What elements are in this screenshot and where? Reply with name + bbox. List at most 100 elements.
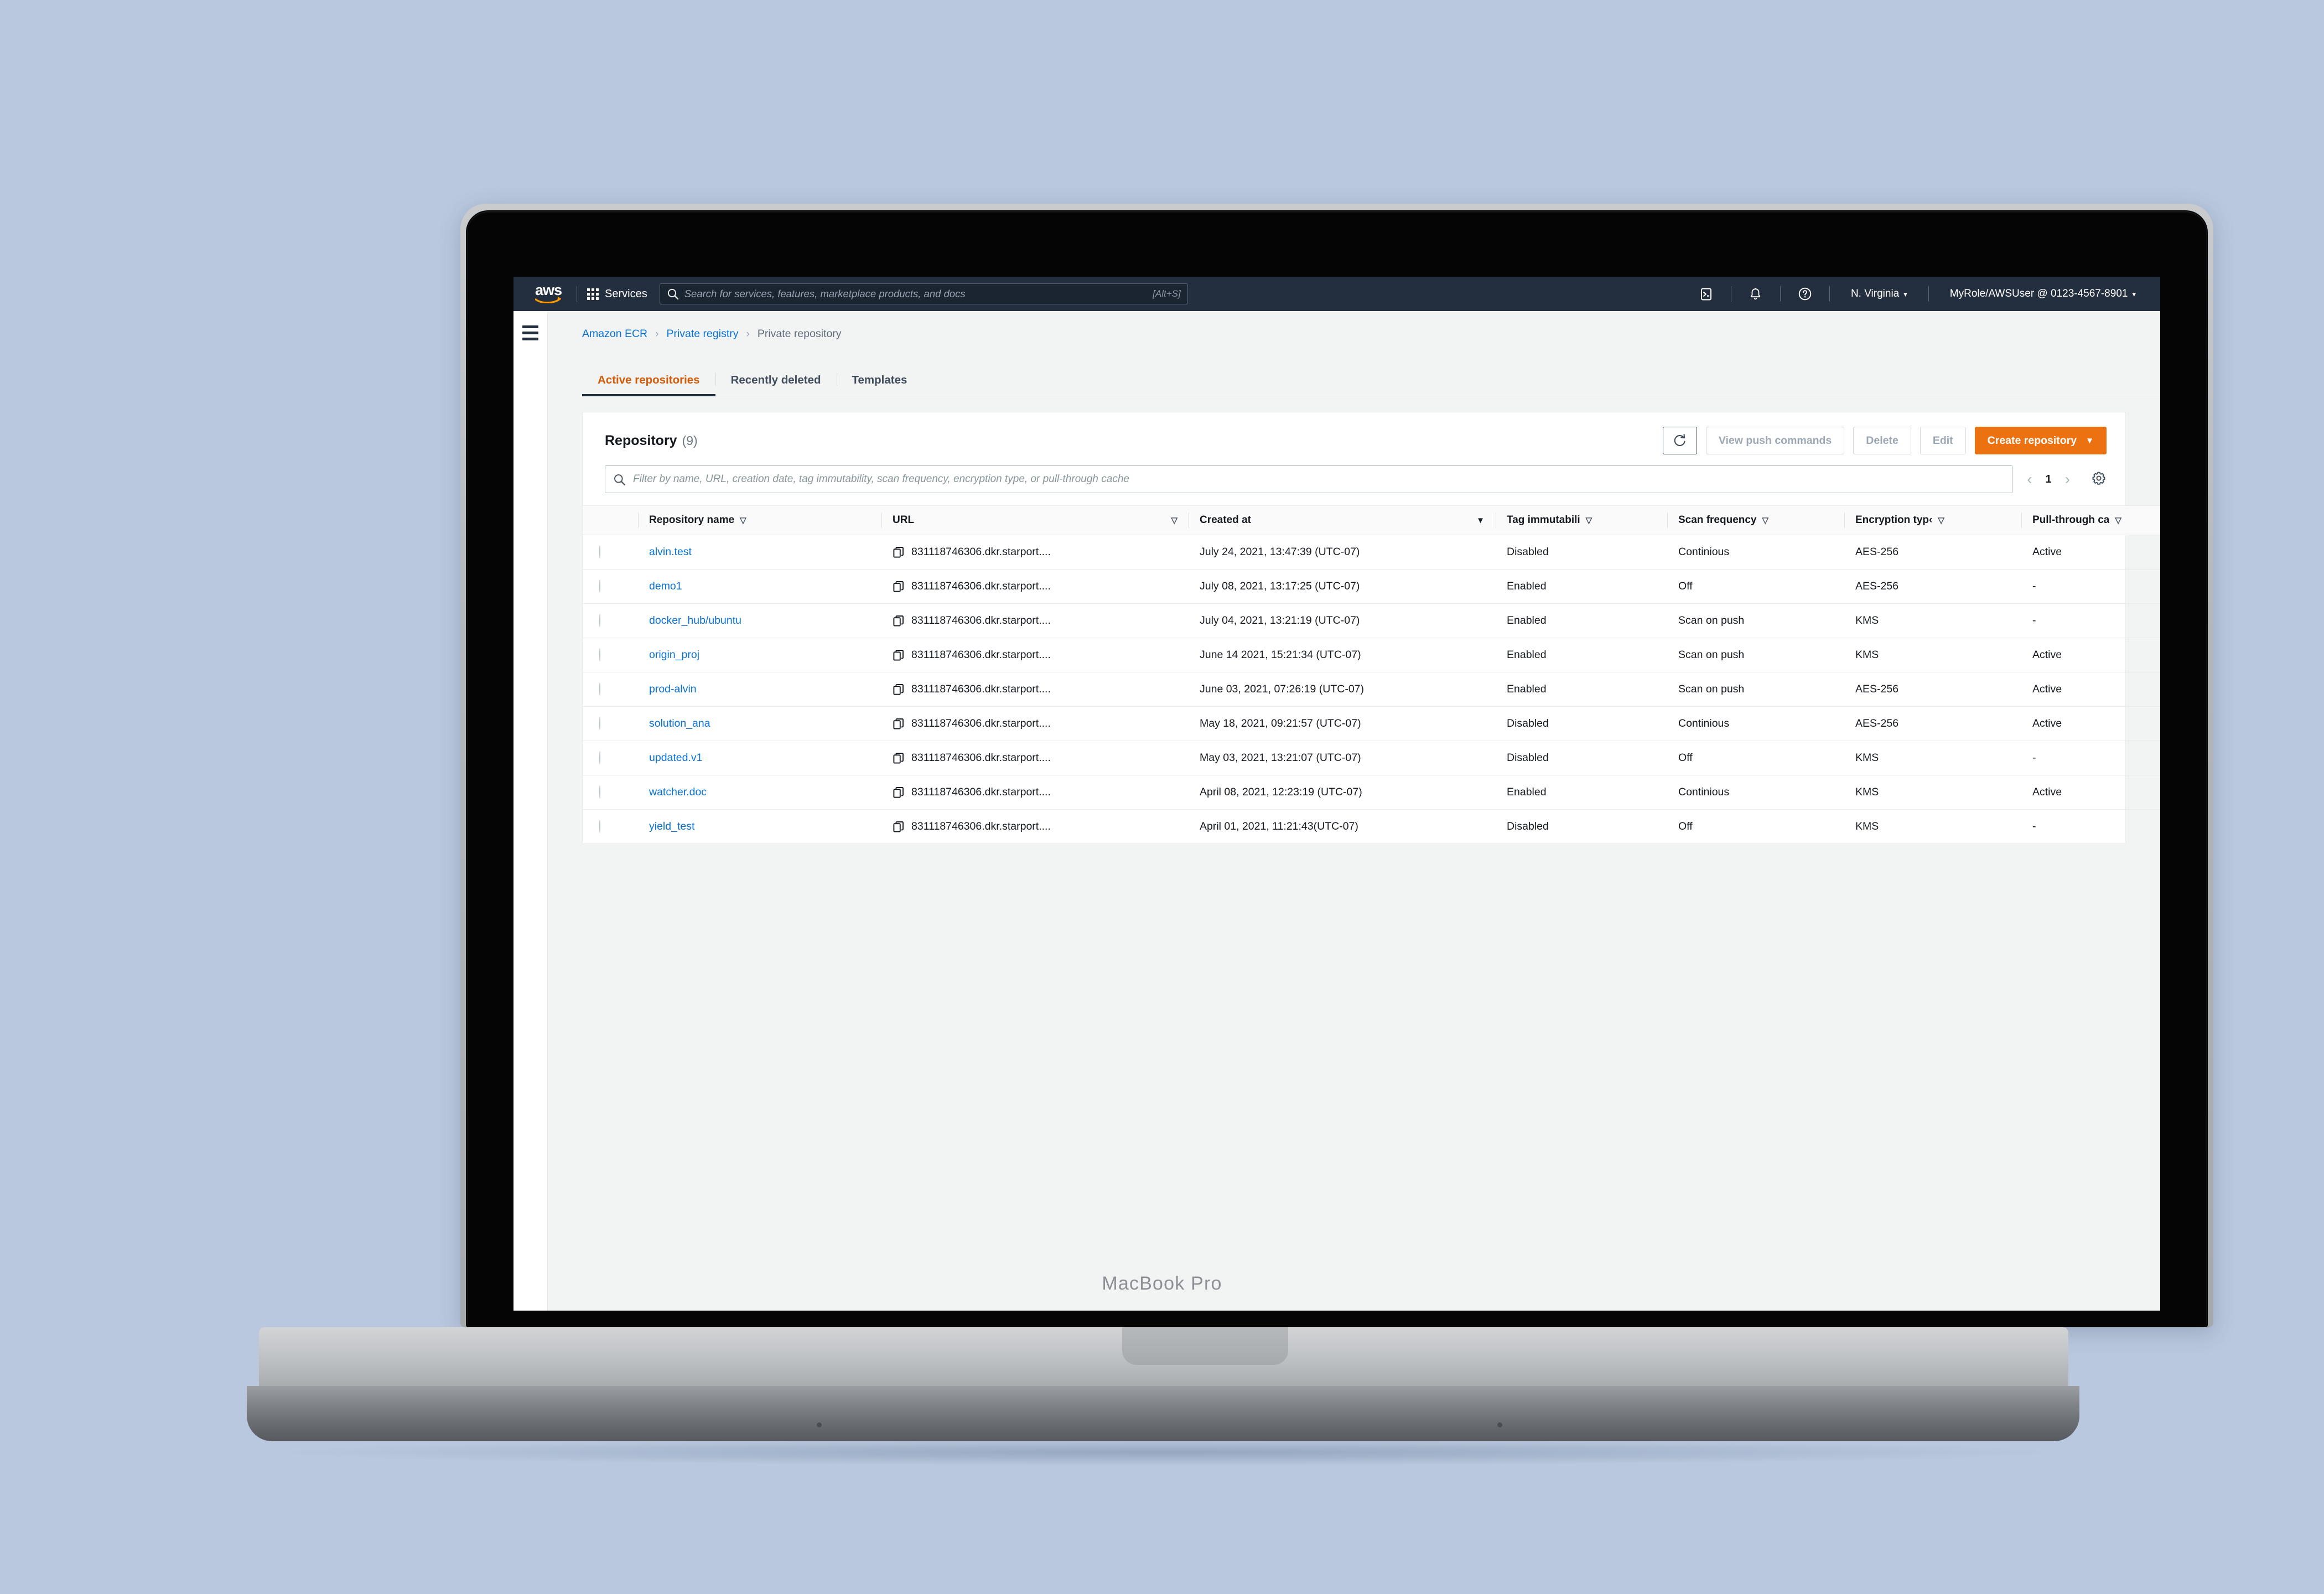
cell-encryption-type: AES-256 (1844, 569, 2021, 604)
table-row[interactable]: solution_ana 831118746306.dkr.starport...… (583, 706, 2160, 741)
aws-logo-icon[interactable]: aws (530, 282, 567, 303)
copy-icon[interactable] (893, 821, 905, 833)
cell-encryption-type: KMS (1855, 820, 1879, 832)
table-row[interactable]: origin_proj 831118746306.dkr.starport....… (583, 638, 2160, 672)
laptop-scene: aws Services Search for services, featur… (0, 0, 2324, 1594)
global-search-input[interactable]: Search for services, features, marketpla… (659, 283, 1188, 304)
sort-icon: ▽ (2115, 516, 2121, 525)
row-radio[interactable] (599, 751, 600, 764)
copy-icon[interactable] (893, 786, 905, 799)
cell-pull-through-cache: Active (2021, 535, 2160, 570)
cell-url: 831118746306.dkr.starport.... (881, 535, 1189, 570)
services-label: Services (605, 287, 647, 300)
cell-url: 831118746306.dkr.starport.... (881, 706, 1189, 741)
url-text: 831118746306.dkr.starport.... (911, 786, 1051, 798)
services-menu-button[interactable]: Services (587, 288, 647, 301)
column-url[interactable]: URL ▽ (881, 505, 1189, 535)
help-button[interactable] (1791, 287, 1819, 301)
edit-button[interactable]: Edit (1920, 427, 1966, 454)
filter-row: Filter by name, URL, creation date, tag … (583, 458, 2125, 505)
cell-scan-frequency: Off (1678, 820, 1693, 832)
cell-repository-name: alvin.test (638, 535, 881, 570)
notifications-button[interactable] (1741, 287, 1770, 301)
column-scan-frequency[interactable]: Scan frequency ▽ (1667, 505, 1844, 535)
column-created-at[interactable]: Created at ▼ (1189, 505, 1496, 535)
account-label: MyRole/AWSUser @ 0123-4567-8901 (1949, 288, 2128, 299)
pagination-page-1[interactable]: 1 (2046, 473, 2052, 486)
repository-link[interactable]: docker_hub/ubuntu (649, 614, 741, 627)
column-repository-name[interactable]: Repository name ▽ (638, 505, 881, 535)
repository-link[interactable]: yield_test (649, 820, 694, 832)
url-text: 831118746306.dkr.starport.... (911, 546, 1051, 558)
cell-pull-through-cache: - (2032, 820, 2036, 832)
create-repository-label: Create repository (1987, 434, 2077, 447)
row-radio[interactable] (599, 545, 600, 558)
tab-recently-deleted[interactable]: Recently deleted (715, 367, 837, 396)
copy-icon[interactable] (893, 752, 905, 764)
sidebar-rail (513, 311, 548, 1311)
filter-input[interactable]: Filter by name, URL, creation date, tag … (605, 465, 2013, 493)
copy-icon[interactable] (893, 684, 905, 696)
cell-tag-immutability: Disabled (1496, 741, 1667, 775)
row-radio[interactable] (599, 820, 600, 833)
repository-link[interactable]: watcher.doc (649, 786, 707, 798)
column-pull-through-cache[interactable]: Pull-through ca ▽ (2021, 505, 2160, 535)
row-radio[interactable] (599, 579, 600, 593)
cloudshell-button[interactable] (1692, 287, 1721, 301)
row-radio[interactable] (599, 785, 600, 799)
delete-button[interactable]: Delete (1853, 427, 1911, 454)
repository-link[interactable]: alvin.test (649, 546, 692, 558)
row-select-cell (583, 741, 638, 775)
pagination: ‹ 1 › (2024, 470, 2107, 489)
pagination-prev-button[interactable]: ‹ (2024, 472, 2035, 487)
region-selector[interactable]: N. Virginia ▾ (1840, 288, 1918, 300)
repository-link[interactable]: solution_ana (649, 717, 710, 729)
repository-link[interactable]: prod-alvin (649, 683, 697, 695)
account-menu[interactable]: MyRole/AWSUser @ 0123-4567-8901 ▾ (1939, 288, 2147, 300)
table-row[interactable]: docker_hub/ubuntu 831118746306.dkr.starpo… (583, 603, 2160, 638)
row-radio[interactable] (599, 614, 600, 627)
repository-link[interactable]: origin_proj (649, 649, 699, 661)
breadcrumb-item-amazon-ecr[interactable]: Amazon ECR (582, 328, 647, 340)
copy-icon[interactable] (893, 546, 905, 558)
region-label: N. Virginia (1850, 288, 1900, 299)
cell-scan-frequency: Scan on push (1667, 672, 1844, 707)
table-row[interactable]: updated.v1 831118746306.dkr.starport.... M… (583, 741, 2160, 775)
row-select-cell (583, 775, 638, 810)
url-text: 831118746306.dkr.starport.... (911, 683, 1051, 695)
cell-url: 831118746306.dkr.starport.... (881, 672, 1189, 707)
row-radio[interactable] (599, 682, 600, 696)
view-push-commands-button[interactable]: View push commands (1705, 427, 1845, 454)
row-radio[interactable] (599, 648, 600, 661)
table-settings-button[interactable] (2091, 470, 2107, 489)
table-row[interactable]: demo1 831118746306.dkr.starport.... July 0… (583, 569, 2160, 604)
sort-icon: ▽ (740, 516, 746, 525)
tab-templates[interactable]: Templates (836, 367, 923, 396)
cell-repository-name: yield_test (638, 810, 881, 844)
row-radio[interactable] (599, 717, 600, 730)
column-tag-immutability[interactable]: Tag immutabili ▽ (1496, 505, 1667, 535)
tab-active-repositories[interactable]: Active repositories (582, 367, 715, 396)
column-encryption-type[interactable]: Encryption typ‹ ▽ (1844, 505, 2021, 535)
table-row[interactable]: alvin.test 831118746306.dkr.starport.... J… (583, 535, 2160, 570)
sort-icon: ▽ (1938, 516, 1944, 525)
table-row[interactable]: watcher.doc 831118746306.dkr.starport....… (583, 775, 2160, 810)
table-row[interactable]: yield_test 831118746306.dkr.starport.... A… (583, 810, 2160, 844)
breadcrumb-item-private-registry[interactable]: Private registry (666, 328, 738, 340)
cell-created-at: April 01, 2021, 11:21:43(UTC-07) (1200, 820, 1358, 832)
cell-scan-frequency: Scan on push (1667, 603, 1844, 638)
sidebar-toggle-button[interactable] (522, 325, 538, 1311)
copy-icon[interactable] (893, 649, 905, 661)
cell-repository-name: origin_proj (638, 638, 881, 672)
pagination-next-button[interactable]: › (2062, 472, 2073, 487)
copy-icon[interactable] (893, 718, 905, 730)
refresh-button[interactable] (1662, 427, 1697, 454)
column-label: Repository name (649, 514, 735, 526)
column-label: URL (893, 514, 915, 526)
table-row[interactable]: prod-alvin 831118746306.dkr.starport.... J… (583, 672, 2160, 707)
copy-icon[interactable] (893, 581, 905, 593)
repository-link[interactable]: updated.v1 (649, 752, 703, 764)
repository-link[interactable]: demo1 (649, 580, 682, 592)
create-repository-button[interactable]: Create repository ▼ (1974, 427, 2107, 454)
copy-icon[interactable] (893, 615, 905, 627)
